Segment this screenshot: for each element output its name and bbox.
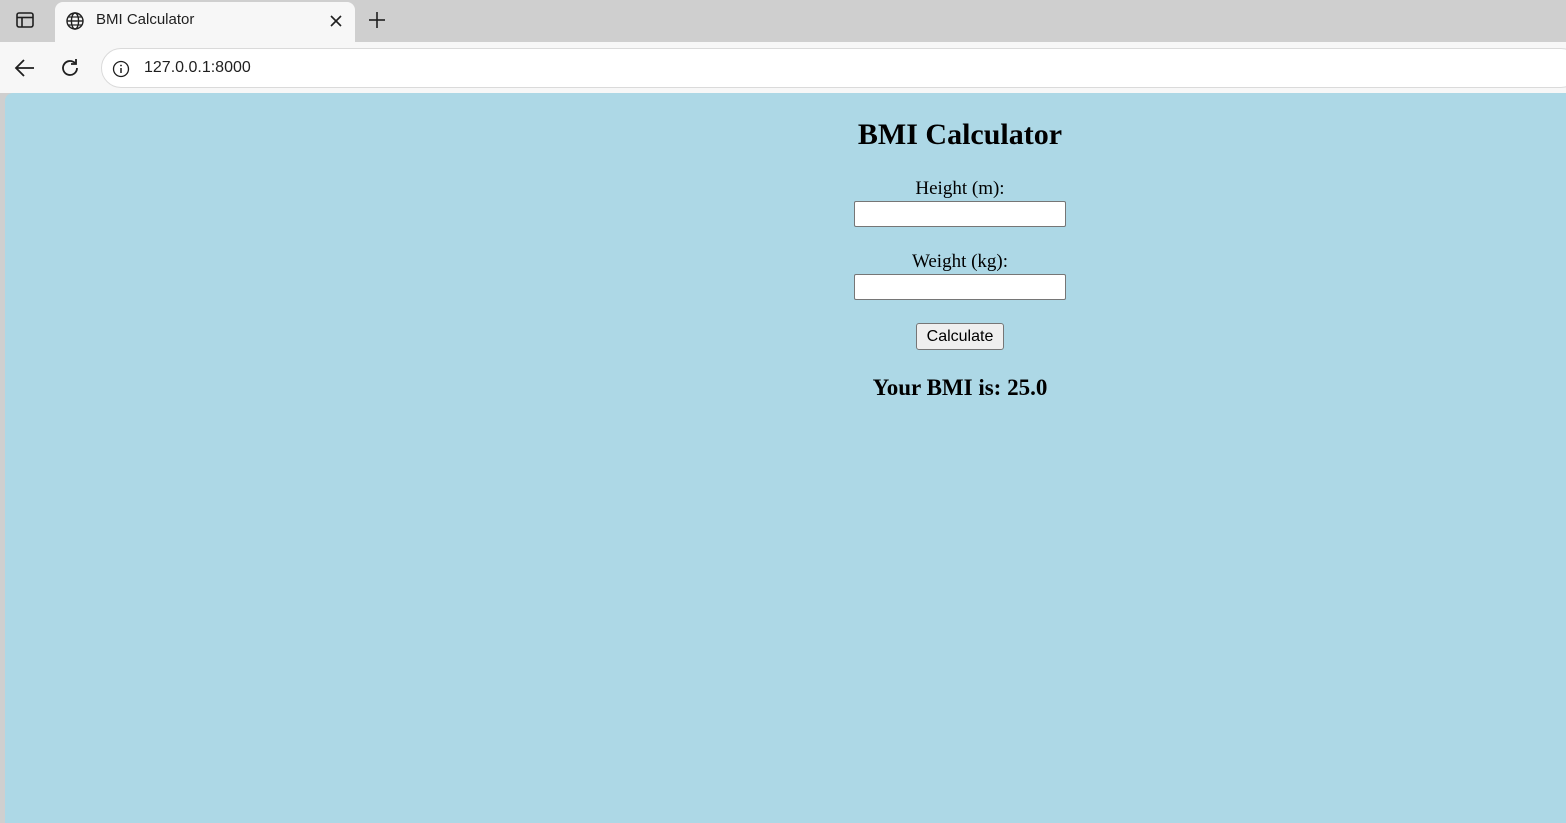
height-input[interactable] [854,201,1066,227]
page-viewport: BMI Calculator Height (m): Weight (kg): … [5,93,1566,823]
page-title: BMI Calculator [857,118,1063,151]
reload-icon[interactable] [55,53,85,83]
calculate-button[interactable]: Calculate [916,323,1004,350]
bmi-app: BMI Calculator Height (m): Weight (kg): … [5,93,1566,402]
weight-label: Weight (kg): [911,251,1009,272]
tab-actions-icon[interactable] [10,6,40,34]
url-text[interactable]: 127.0.0.1:8000 [144,59,251,77]
bmi-result: Your BMI is: 25.0 [872,375,1048,400]
height-label: Height (m): [915,178,1005,199]
plus-icon[interactable] [363,6,391,34]
info-icon[interactable] [110,58,132,80]
tab-strip: BMI Calculator [0,0,1566,42]
address-bar[interactable]: 127.0.0.1:8000 [101,48,1566,88]
weight-input[interactable] [854,274,1066,300]
globe-icon [64,10,86,32]
browser-tab[interactable]: BMI Calculator [55,2,355,42]
tab-title: BMI Calculator [96,11,195,28]
back-arrow-icon[interactable] [10,53,40,83]
close-icon[interactable] [325,10,347,32]
browser-toolbar: 127.0.0.1:8000 [0,42,1566,93]
bmi-form: Height (m): Weight (kg): Calculate [5,178,1566,350]
